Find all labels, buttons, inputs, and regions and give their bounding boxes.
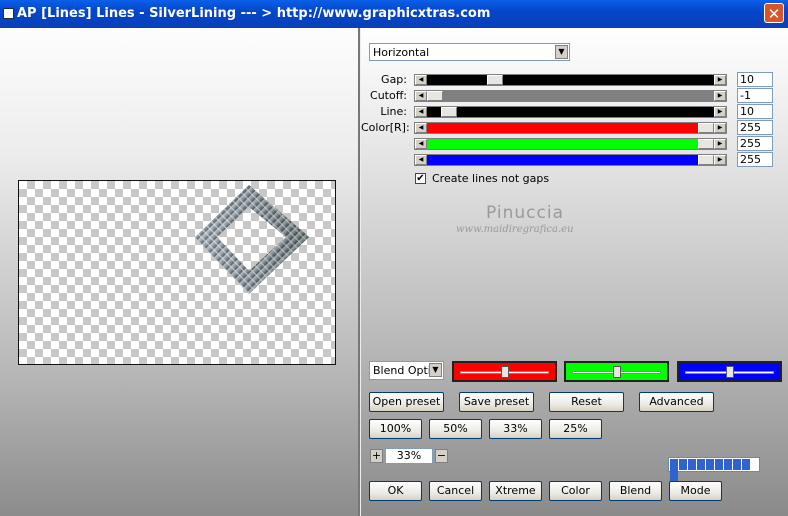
zoom-in-button[interactable]: + [370, 449, 383, 463]
progress-bar [668, 457, 760, 481]
arrow-left-icon[interactable]: ◀ [415, 107, 427, 117]
arrow-right-icon[interactable]: ▶ [714, 91, 726, 101]
slider-thumb[interactable] [698, 123, 714, 133]
blend-button[interactable]: Blend [609, 481, 662, 501]
color-g-slider[interactable]: ◀ ▶ [414, 138, 727, 150]
mode-button[interactable]: Mode [669, 481, 722, 501]
direction-select[interactable]: Horizontal ▼ [369, 43, 570, 61]
slider-thumb[interactable] [427, 91, 443, 101]
progress-segment [670, 459, 678, 470]
color-b-slider[interactable]: ◀ ▶ [414, 154, 727, 166]
slider-thumb[interactable] [698, 155, 714, 165]
ok-button[interactable]: OK [369, 481, 422, 501]
progress-segment [742, 459, 750, 470]
color-r-label: Color[R]: [361, 121, 410, 134]
title-bar: AP [Lines] Lines - SilverLining --- > ht… [0, 0, 788, 28]
progress-segment [679, 459, 687, 470]
create-lines-label: Create lines not gaps [432, 172, 550, 185]
xtreme-button[interactable]: Xtreme [489, 481, 542, 501]
zoom-100-button[interactable]: 100% [369, 419, 422, 439]
gap-value-field[interactable]: 10 [737, 72, 773, 87]
preview-image [195, 185, 309, 294]
create-lines-checkbox[interactable]: ✔ [415, 173, 426, 184]
progress-segment [724, 459, 732, 470]
slider-fill [427, 107, 714, 117]
color-button[interactable]: Color [549, 481, 602, 501]
blue-blend-slider[interactable] [677, 361, 782, 382]
progress-segment [670, 470, 678, 481]
advanced-button[interactable]: Advanced [639, 392, 714, 412]
cutoff-value-field[interactable]: -1 [737, 88, 773, 103]
color-g-value-field[interactable]: 255 [737, 136, 773, 151]
progress-segment [697, 459, 705, 470]
zoom-50-button[interactable]: 50% [429, 419, 482, 439]
slider-thumb[interactable] [698, 139, 714, 149]
arrow-right-icon[interactable]: ▶ [714, 107, 726, 117]
direction-value: Horizontal [373, 46, 430, 59]
open-preset-button[interactable]: Open preset [369, 392, 444, 412]
blend-options-value: Blend Opti [373, 364, 429, 377]
slider-fill [427, 155, 714, 165]
arrow-right-icon[interactable]: ▶ [714, 155, 726, 165]
slider-knob[interactable] [726, 366, 734, 378]
slider-fill [427, 91, 714, 101]
slider-fill [427, 123, 714, 133]
green-blend-slider[interactable] [564, 361, 669, 382]
progress-segment [688, 459, 696, 470]
arrow-right-icon[interactable]: ▶ [714, 123, 726, 133]
zoom-value-field[interactable]: 33% [385, 448, 433, 464]
progress-segment [715, 459, 723, 470]
app-icon [3, 8, 14, 19]
window-title: AP [Lines] Lines - SilverLining --- > ht… [17, 6, 491, 21]
slider-thumb[interactable] [487, 75, 503, 85]
slider-knob[interactable] [501, 366, 509, 378]
slider-fill [427, 139, 714, 149]
preview-canvas[interactable] [18, 180, 336, 365]
arrow-left-icon[interactable]: ◀ [415, 75, 427, 85]
cutoff-slider[interactable]: ◀ ▶ [414, 90, 727, 102]
cutoff-label: Cutoff: [370, 89, 407, 102]
chevron-down-icon[interactable]: ▼ [429, 363, 442, 377]
zoom-33-button[interactable]: 33% [489, 419, 542, 439]
arrow-left-icon[interactable]: ◀ [415, 139, 427, 149]
checkmark-icon: ✔ [416, 173, 425, 184]
close-button[interactable]: ✕ [764, 3, 784, 23]
progress-segment [733, 459, 741, 470]
arrow-left-icon[interactable]: ◀ [415, 155, 427, 165]
slider-thumb[interactable] [441, 107, 457, 117]
color-r-value-field[interactable]: 255 [737, 120, 773, 135]
line-slider[interactable]: ◀ ▶ [414, 106, 727, 118]
arrow-left-icon[interactable]: ◀ [415, 123, 427, 133]
zoom-25-button[interactable]: 25% [549, 419, 602, 439]
chevron-down-icon[interactable]: ▼ [555, 45, 568, 59]
watermark-url: www.maidiregrafica.eu [456, 224, 574, 235]
arrow-left-icon[interactable]: ◀ [415, 91, 427, 101]
line-value-field[interactable]: 10 [737, 104, 773, 119]
red-blend-slider[interactable] [452, 361, 557, 382]
line-label: Line: [380, 105, 407, 118]
color-r-slider[interactable]: ◀ ▶ [414, 122, 727, 134]
watermark-name: Pinuccia [486, 203, 564, 223]
blend-options-select[interactable]: Blend Opti ▼ [369, 361, 444, 380]
arrow-right-icon[interactable]: ▶ [714, 75, 726, 85]
arrow-right-icon[interactable]: ▶ [714, 139, 726, 149]
slider-fill [427, 75, 714, 85]
zoom-out-button[interactable]: − [435, 449, 448, 463]
slider-knob[interactable] [613, 366, 621, 378]
save-preset-button[interactable]: Save preset [459, 392, 534, 412]
reset-button[interactable]: Reset [549, 392, 624, 412]
color-b-value-field[interactable]: 255 [737, 152, 773, 167]
cancel-button[interactable]: Cancel [429, 481, 482, 501]
gap-label: Gap: [381, 73, 407, 86]
gap-slider[interactable]: ◀ ▶ [414, 74, 727, 86]
progress-segment [706, 459, 714, 470]
